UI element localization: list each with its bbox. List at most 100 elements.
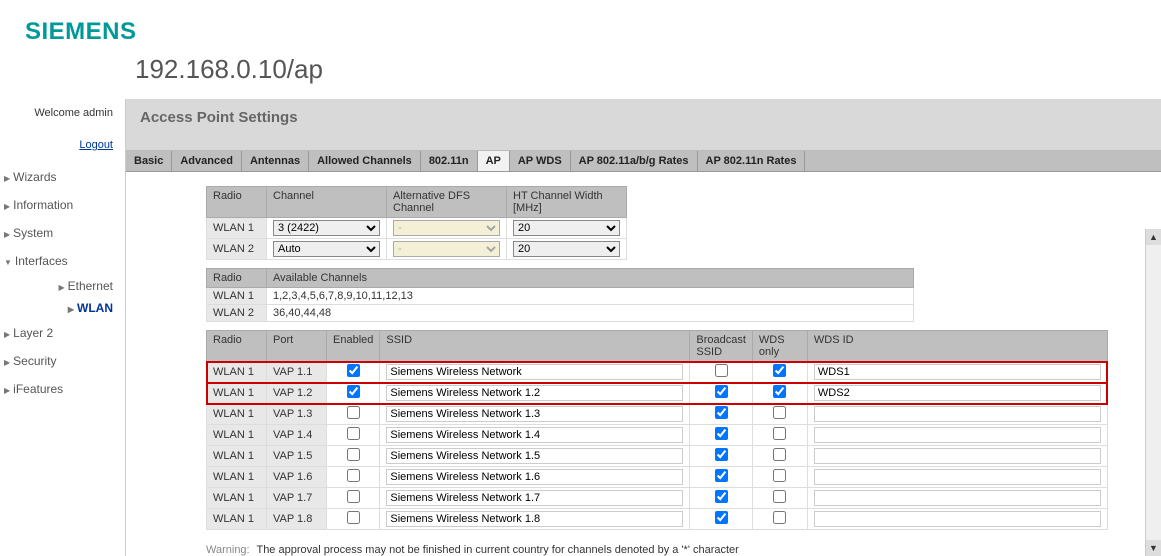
- wdsonly-checkbox[interactable]: [773, 385, 786, 398]
- dfs-select: -: [393, 241, 500, 257]
- port-cell: VAP 1.7: [267, 488, 327, 509]
- wdsonly-checkbox[interactable]: [773, 448, 786, 461]
- ssid-input[interactable]: [386, 511, 683, 527]
- sidebar: Welcome admin Logout WizardsInformationS…: [0, 99, 125, 556]
- broadcast-checkbox[interactable]: [715, 511, 728, 524]
- broadcast-checkbox[interactable]: [715, 448, 728, 461]
- ssid-input[interactable]: [386, 448, 683, 464]
- sidebar-item-interfaces[interactable]: Interfaces: [0, 247, 113, 275]
- broadcast-checkbox[interactable]: [715, 385, 728, 398]
- available-channels: 1,2,3,4,5,6,7,8,9,10,11,12,13: [267, 288, 914, 305]
- table-row: WLAN 1VAP 1.7: [207, 488, 1108, 509]
- channel-select[interactable]: 3 (2422): [273, 220, 380, 236]
- radio-label: WLAN 2: [207, 239, 267, 260]
- broadcast-checkbox[interactable]: [715, 427, 728, 440]
- tab-ap-wds[interactable]: AP WDS: [510, 151, 571, 171]
- enabled-checkbox[interactable]: [347, 406, 360, 419]
- col-header: WDS only: [752, 331, 807, 362]
- radio-cell: WLAN 1: [207, 488, 267, 509]
- table-row: WLAN 1VAP 1.6: [207, 467, 1108, 488]
- main-panel: Access Point Settings BasicAdvancedAnten…: [125, 99, 1161, 556]
- enabled-checkbox[interactable]: [347, 427, 360, 440]
- logout-link[interactable]: Logout: [79, 139, 113, 151]
- port-cell: VAP 1.6: [267, 467, 327, 488]
- radio-cell: WLAN 1: [207, 404, 267, 425]
- wdsid-input[interactable]: [814, 364, 1101, 380]
- welcome-text: Welcome admin: [0, 107, 113, 119]
- radio-cell: WLAN 1: [207, 509, 267, 530]
- table-row: WLAN 1VAP 1.5: [207, 446, 1108, 467]
- tab-basic[interactable]: Basic: [126, 151, 172, 171]
- sidebar-item-ifeatures[interactable]: iFeatures: [0, 375, 113, 403]
- port-cell: VAP 1.5: [267, 446, 327, 467]
- ssid-input[interactable]: [386, 406, 683, 422]
- wdsid-input[interactable]: [814, 427, 1101, 443]
- broadcast-checkbox[interactable]: [715, 469, 728, 482]
- htwidth-select[interactable]: 20: [513, 241, 620, 257]
- enabled-checkbox[interactable]: [347, 364, 360, 377]
- col-header: WDS ID: [807, 331, 1107, 362]
- wdsid-input[interactable]: [814, 385, 1101, 401]
- col-header: Channel: [267, 187, 387, 218]
- wdsid-input[interactable]: [814, 490, 1101, 506]
- scroll-up-icon[interactable]: ▲: [1146, 229, 1161, 245]
- sidebar-item-security[interactable]: Security: [0, 347, 113, 375]
- ssid-input[interactable]: [386, 364, 683, 380]
- radio-cell: WLAN 1: [207, 425, 267, 446]
- broadcast-checkbox[interactable]: [715, 490, 728, 503]
- sidebar-item-wlan[interactable]: WLAN: [0, 297, 113, 319]
- broadcast-checkbox[interactable]: [715, 406, 728, 419]
- ssid-input[interactable]: [386, 490, 683, 506]
- tab-bar: BasicAdvancedAntennasAllowed Channels802…: [126, 151, 1161, 172]
- channel-select[interactable]: Auto: [273, 241, 380, 257]
- sidebar-item-ethernet[interactable]: Ethernet: [0, 275, 113, 297]
- ssid-input[interactable]: [386, 427, 683, 443]
- wdsonly-checkbox[interactable]: [773, 490, 786, 503]
- sidebar-item-layer-2[interactable]: Layer 2: [0, 319, 113, 347]
- port-cell: VAP 1.1: [267, 362, 327, 383]
- ssid-input[interactable]: [386, 469, 683, 485]
- wdsid-input[interactable]: [814, 406, 1101, 422]
- channel-config-table: RadioChannelAlternative DFS ChannelHT Ch…: [206, 186, 627, 260]
- tab-ap-802-11a-b-g-rates[interactable]: AP 802.11a/b/g Rates: [571, 151, 698, 171]
- wdsonly-checkbox[interactable]: [773, 427, 786, 440]
- wdsonly-checkbox[interactable]: [773, 469, 786, 482]
- wdsonly-checkbox[interactable]: [773, 406, 786, 419]
- col-header: Available Channels: [267, 269, 914, 288]
- wdsonly-checkbox[interactable]: [773, 511, 786, 524]
- tab-advanced[interactable]: Advanced: [172, 151, 242, 171]
- available-channels-table: RadioAvailable ChannelsWLAN 11,2,3,4,5,6…: [206, 268, 914, 322]
- htwidth-select[interactable]: 20: [513, 220, 620, 236]
- enabled-checkbox[interactable]: [347, 511, 360, 524]
- enabled-checkbox[interactable]: [347, 448, 360, 461]
- sidebar-item-information[interactable]: Information: [0, 191, 113, 219]
- available-channels: 36,40,44,48: [267, 305, 914, 322]
- enabled-checkbox[interactable]: [347, 385, 360, 398]
- enabled-checkbox[interactable]: [347, 490, 360, 503]
- wdsid-input[interactable]: [814, 469, 1101, 485]
- tab-ap[interactable]: AP: [478, 151, 510, 171]
- wdsid-input[interactable]: [814, 448, 1101, 464]
- broadcast-checkbox[interactable]: [715, 364, 728, 377]
- vap-table: RadioPortEnabledSSIDBroadcast SSIDWDS on…: [206, 330, 1108, 530]
- sidebar-item-wizards[interactable]: Wizards: [0, 163, 113, 191]
- table-row: WLAN 1VAP 1.2: [207, 383, 1108, 404]
- radio-label: WLAN 2: [207, 305, 267, 322]
- tab-802-11n[interactable]: 802.11n: [421, 151, 478, 171]
- col-header: Alternative DFS Channel: [387, 187, 507, 218]
- table-row: WLAN 1VAP 1.3: [207, 404, 1108, 425]
- tab-allowed-channels[interactable]: Allowed Channels: [309, 151, 421, 171]
- radio-cell: WLAN 1: [207, 362, 267, 383]
- ssid-input[interactable]: [386, 385, 683, 401]
- warning-label: Warning:: [206, 544, 250, 556]
- scrollbar[interactable]: ▲ ▼: [1145, 229, 1161, 556]
- radio-label: WLAN 1: [207, 218, 267, 239]
- col-header: Radio: [207, 331, 267, 362]
- enabled-checkbox[interactable]: [347, 469, 360, 482]
- tab-ap-802-11n-rates[interactable]: AP 802.11n Rates: [698, 151, 806, 171]
- sidebar-item-system[interactable]: System: [0, 219, 113, 247]
- col-header: Radio: [207, 269, 267, 288]
- tab-antennas[interactable]: Antennas: [242, 151, 309, 171]
- wdsonly-checkbox[interactable]: [773, 364, 786, 377]
- wdsid-input[interactable]: [814, 511, 1101, 527]
